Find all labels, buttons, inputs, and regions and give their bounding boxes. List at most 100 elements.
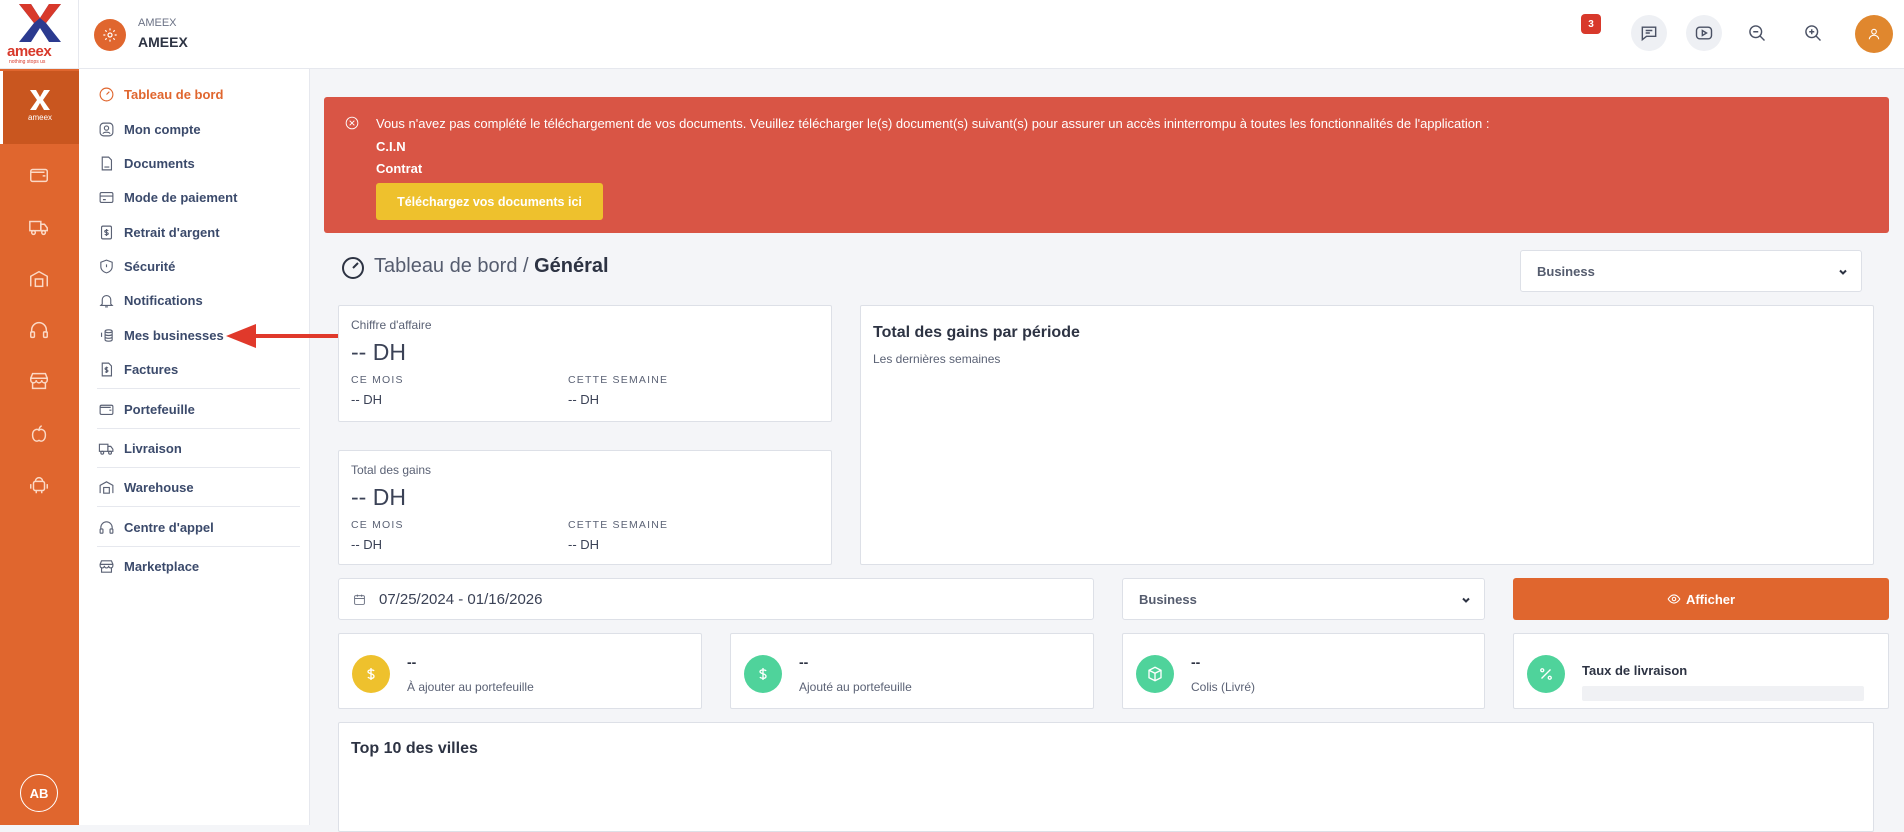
submenu-item-livraison[interactable]: Livraison [79, 434, 310, 462]
submenu-divider [97, 506, 300, 507]
business-select-filter[interactable]: Business [1122, 578, 1485, 620]
show-button-label: Afficher [1685, 591, 1736, 607]
wallet-icon [99, 404, 114, 415]
stat-value: -- [799, 654, 809, 670]
left-rail: ameex AB [0, 69, 79, 825]
submenu-item-securite[interactable]: Sécurité [79, 252, 310, 280]
chevron-down-icon [1460, 593, 1472, 605]
submenu-item-label: Documents [124, 155, 195, 171]
revenue-week-label: CETTE SEMAINE [568, 374, 669, 386]
messages-button[interactable] [1631, 15, 1667, 51]
store-icon[interactable] [27, 369, 51, 393]
stat-card-delivery-rate: Taux de livraison [1513, 633, 1889, 709]
zoom-in-button[interactable] [1795, 15, 1831, 51]
submenu-item-label: Warehouse [124, 479, 194, 495]
submenu-item-mon-compte[interactable]: Mon compte [79, 115, 310, 143]
earnings-month-label: CE MOIS [351, 519, 404, 531]
date-range-input[interactable]: 07/25/2024 - 01/16/2026 [338, 578, 1094, 620]
gauge-icon [99, 87, 114, 101]
message-icon [1641, 26, 1657, 42]
user-avatar[interactable]: AB [20, 774, 58, 812]
earnings-week-label: CETTE SEMAINE [568, 519, 669, 531]
delivery-rate-progress-bar [1582, 686, 1864, 701]
invoice-icon [101, 362, 113, 376]
submenu-item-tableau-de-bord[interactable]: Tableau de bord [79, 80, 310, 108]
chart-subtitle: Les dernières semaines [873, 352, 1001, 366]
revenue-week-value: -- DH [568, 392, 600, 407]
apple-icon[interactable] [27, 422, 51, 446]
calendar-icon [354, 594, 365, 605]
stat-label: Colis (Livré) [1191, 680, 1256, 694]
dollar-icon [744, 655, 782, 693]
submenu-item-label: Portefeuille [124, 401, 195, 417]
store-icon [99, 559, 114, 573]
breadcrumb: Tableau de bord / Général [374, 255, 609, 278]
show-button[interactable]: Afficher [1513, 578, 1889, 620]
zoom-in-icon [1805, 25, 1822, 42]
truck-icon[interactable] [27, 215, 51, 239]
settings-gear-icon[interactable] [94, 19, 126, 51]
notification-count-badge: 3 [1581, 14, 1601, 34]
rail-item-dashboard[interactable]: ameex [0, 71, 79, 144]
shield-icon [100, 259, 113, 273]
revenue-title: Chiffre d'affaire [351, 318, 432, 332]
revenue-card: Chiffre d'affaire -- DH CE MOIS -- DH CE… [338, 305, 832, 422]
earnings-month-value: -- DH [351, 537, 383, 552]
submenu-item-label: Factures [124, 361, 179, 377]
headset-icon[interactable] [27, 318, 51, 342]
zoom-out-button[interactable] [1739, 15, 1775, 51]
submenu-item-mode-de-paiement[interactable]: Mode de paiement [79, 183, 310, 211]
dollar-icon [352, 655, 390, 693]
wallet-icon[interactable] [27, 163, 51, 187]
chart-title: Total des gains par période [873, 324, 1080, 341]
documents-alert: Vous n'avez pas complété le téléchargeme… [324, 97, 1889, 233]
upload-documents-button[interactable]: Téléchargez vos documents ici [376, 183, 603, 220]
submenu-item-label: Mode de paiement [124, 189, 238, 205]
submenu-item-label: Livraison [124, 440, 182, 456]
submenu-item-documents[interactable]: Documents [79, 149, 310, 177]
video-button[interactable] [1686, 15, 1722, 51]
earnings-title: Total des gains [351, 463, 432, 477]
user-menu-button[interactable] [1855, 15, 1893, 53]
card-icon [99, 191, 114, 203]
submenu-item-retrait-d-argent[interactable]: Retrait d'argent [79, 218, 310, 246]
headset-icon [99, 520, 114, 534]
android-icon[interactable] [27, 473, 51, 497]
breadcrumb-parent[interactable]: Tableau de bord / [374, 255, 534, 277]
company-label: AMEEX [138, 17, 177, 29]
submenu-item-label: Notifications [124, 292, 203, 308]
submenu-item-notifications[interactable]: Notifications [79, 286, 310, 314]
revenue-month-value: -- DH [351, 392, 383, 407]
submenu-item-centre-d-appel[interactable]: Centre d'appel [79, 513, 310, 541]
warehouse-icon[interactable] [27, 267, 51, 291]
ameex-x-logo-icon [19, 4, 61, 42]
coins-icon [100, 328, 113, 342]
percent-icon [1527, 655, 1565, 693]
alert-document-item: Contrat [376, 161, 423, 176]
submenu-divider [97, 428, 300, 429]
earnings-week-value: -- DH [568, 537, 600, 552]
user-circle-icon [99, 122, 114, 136]
top-cities-title: Top 10 des villes [351, 740, 478, 757]
chevron-down-icon [1837, 265, 1849, 277]
alert-document-item: C.I.N [376, 139, 406, 154]
stat-value: -- [1191, 654, 1201, 670]
warehouse-icon [99, 480, 114, 494]
close-circle-icon[interactable] [345, 116, 359, 130]
submenu-item-factures[interactable]: Factures [79, 355, 310, 383]
earnings-period-chart-card: Total des gains par période Les dernière… [860, 305, 1874, 565]
business-select-value: Business [1139, 592, 1197, 607]
earnings-card: Total des gains -- DH CE MOIS -- DH CETT… [338, 450, 832, 565]
submenu-item-warehouse[interactable]: Warehouse [79, 473, 310, 501]
eye-icon [1667, 594, 1681, 604]
submenu-item-portefeuille[interactable]: Portefeuille [79, 395, 310, 423]
submenu-divider [97, 546, 300, 547]
business-select-top[interactable]: Business [1520, 250, 1862, 292]
truck-icon [98, 443, 114, 455]
submenu-divider [97, 467, 300, 468]
brand-tagline: nothing stops us [9, 59, 46, 65]
brand-logo[interactable]: ameex nothing stops us [0, 0, 79, 69]
submenu-item-marketplace[interactable]: Marketplace [79, 552, 310, 580]
gauge-icon [340, 255, 366, 281]
dashboard-submenu: Tableau de bord Mon compte Documents Mod… [79, 69, 310, 825]
